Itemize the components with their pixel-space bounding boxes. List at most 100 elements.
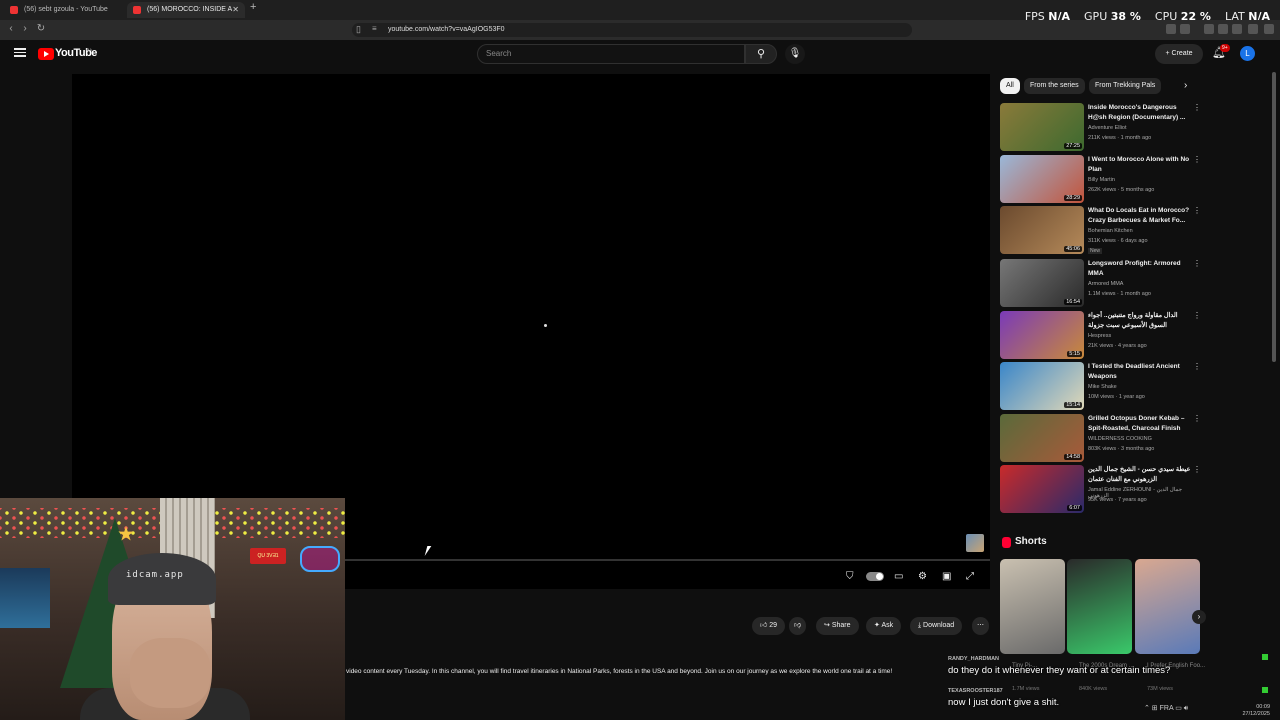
short-item[interactable] (1000, 559, 1065, 654)
channel-name[interactable]: Billy Martin (1088, 177, 1115, 183)
video-title[interactable]: Inside Morocco's Dangerous H@sh Region (… (1088, 103, 1192, 123)
bookmark-icon[interactable]: ▯ (356, 24, 361, 35)
background-monitor (0, 568, 50, 628)
shorts-heading: Shorts (1015, 536, 1047, 547)
chip-from-series[interactable]: From the series (1024, 78, 1085, 94)
video-thumbnail[interactable]: 14:58 (1000, 414, 1084, 462)
more-actions-button[interactable]: ⋯ (972, 617, 989, 635)
duration-badge: 5:15 (1067, 351, 1082, 357)
video-title[interactable]: Longsword Profight: Armored MMA (1088, 259, 1192, 279)
video-title[interactable]: What Do Locals Eat in Morocco? Crazy Bar… (1088, 206, 1192, 226)
chip-from-trekking-pals[interactable]: From Trekking Pals (1089, 78, 1162, 94)
channel-watermark[interactable] (966, 534, 984, 552)
fullscreen-icon[interactable]: ⤢ (966, 571, 974, 582)
chat-indicator-icon (1262, 654, 1268, 660)
create-button[interactable]: + Create (1155, 44, 1203, 64)
settings-gear-icon[interactable]: ⚙ (918, 571, 927, 582)
related-video-item[interactable]: 28:29 I Went to Morocco Alone with No Pla… (1000, 155, 1201, 203)
system-tray-icons[interactable]: ⌃ ⊞ FRA ▭ 🔊︎ (1144, 704, 1188, 713)
video-thumbnail[interactable]: 16:54 (1000, 259, 1084, 307)
download-button[interactable]: ⤓ Download (910, 617, 963, 635)
dislike-button[interactable]: 👎︎ (789, 617, 807, 635)
shield-icon[interactable]: ⛉ (846, 571, 854, 582)
extension-icon[interactable] (1180, 24, 1190, 34)
video-thumbnail[interactable]: 27:25 (1000, 103, 1084, 151)
extension-icon[interactable] (1232, 24, 1242, 34)
video-title[interactable]: Grilled Octopus Doner Kebab – Spit-Roast… (1088, 414, 1192, 434)
channel-name[interactable]: Mike Shake (1088, 384, 1117, 390)
site-info-icon[interactable]: ≡ (372, 24, 377, 33)
hamburger-menu-icon[interactable] (14, 46, 26, 58)
more-vert-icon[interactable]: ⋮ (1193, 155, 1201, 164)
autoplay-toggle[interactable] (866, 572, 884, 581)
extension-icon[interactable] (1204, 24, 1214, 34)
youtube-favicon-icon (10, 6, 18, 14)
extension-icon[interactable] (1166, 24, 1176, 34)
dislike-icon: 👎︎ (794, 622, 802, 629)
channel-name[interactable]: Armored MMA (1088, 281, 1123, 287)
reload-icon[interactable]: ↻ (34, 23, 48, 34)
search-button[interactable]: ⚲ (745, 44, 777, 64)
channel-name[interactable]: Hespress (1088, 333, 1111, 339)
browser-tab-active[interactable]: (56) MOROCCO: INSIDE A RURA ✕ (127, 2, 245, 29)
related-video-item[interactable]: 5:15 الدال مقاولة ورواج متنبتين.. أجواء ا… (1000, 311, 1201, 359)
channel-name[interactable]: Adventure Elliot (1088, 125, 1127, 131)
extension-icon[interactable] (1248, 24, 1258, 34)
forward-icon[interactable]: › (18, 23, 32, 34)
tray-time: 00:09 (1256, 704, 1270, 710)
more-vert-icon[interactable]: ⋮ (1193, 362, 1201, 371)
more-vert-icon[interactable]: ⋮ (1193, 465, 1201, 474)
video-title[interactable]: I Went to Morocco Alone with No Plan (1088, 155, 1192, 175)
more-vert-icon[interactable]: ⋮ (1193, 206, 1201, 215)
related-video-item[interactable]: 27:25 Inside Morocco's Dangerous H@sh Reg… (1000, 103, 1201, 151)
download-label: Download (923, 622, 955, 629)
more-vert-icon[interactable]: ⋮ (1193, 311, 1201, 320)
short-item[interactable] (1067, 559, 1132, 654)
new-tab-button[interactable]: + (250, 1, 256, 13)
voice-search-button[interactable]: 🎙︎ (785, 44, 805, 64)
address-bar[interactable]: ▯ ≡ youtube.com/watch?v=vaAgIOG53F0 (352, 23, 912, 37)
related-video-item[interactable]: 45:06 What Do Locals Eat in Morocco? Craz… (1000, 206, 1201, 254)
video-title[interactable]: الدال مقاولة ورواج متنبتين.. أجواء السوق… (1088, 311, 1192, 331)
like-button[interactable]: 👍︎ 29 (752, 617, 786, 635)
video-description[interactable]: video content every Tuesday. In this cha… (346, 668, 892, 675)
chip-all[interactable]: All (1000, 78, 1020, 94)
related-video-item[interactable]: 15:14 I Tested the Deadliest Ancient Weap… (1000, 362, 1201, 410)
chat-indicator-icon (1262, 687, 1268, 693)
subtitles-icon[interactable]: ▭ (894, 571, 903, 582)
video-meta: 10M views · 1 year ago (1088, 394, 1145, 400)
menu-dots-icon[interactable] (1264, 24, 1274, 34)
scrollbar[interactable] (1272, 72, 1276, 362)
more-vert-icon[interactable]: ⋮ (1193, 414, 1201, 423)
video-thumbnail[interactable]: 6:07 (1000, 465, 1084, 513)
related-video-item[interactable]: 16:54 Longsword Profight: Armored MMA Armo… (1000, 259, 1201, 307)
duration-badge: 15:14 (1064, 402, 1082, 408)
close-tab-icon[interactable]: ✕ (232, 2, 239, 18)
channel-name[interactable]: Bohemian Kitchen (1088, 228, 1133, 234)
short-item[interactable] (1135, 559, 1200, 654)
video-title[interactable]: عيطة سيدي حسن - الشيخ جمال الدين الزرهون… (1088, 465, 1192, 485)
avatar[interactable]: L (1240, 46, 1255, 61)
video-thumbnail[interactable]: 45:06 (1000, 206, 1084, 254)
related-video-item[interactable]: 6:07 عيطة سيدي حسن - الشيخ جمال الدين الز… (1000, 465, 1201, 513)
video-thumbnail[interactable]: 15:14 (1000, 362, 1084, 410)
more-vert-icon[interactable]: ⋮ (1193, 259, 1201, 268)
duration-badge: 6:07 (1067, 505, 1082, 511)
browser-tab[interactable]: (56) sebt gzoula - YouTube (4, 2, 126, 18)
shorts-next-button[interactable]: › (1192, 610, 1206, 624)
share-button[interactable]: ↪ Share (816, 617, 859, 635)
more-vert-icon[interactable]: ⋮ (1193, 103, 1201, 112)
chevron-right-icon[interactable]: › (1184, 80, 1187, 91)
video-thumbnail[interactable]: 5:15 (1000, 311, 1084, 359)
related-video-item[interactable]: 14:58 Grilled Octopus Doner Kebab – Spit-… (1000, 414, 1201, 462)
url-text[interactable]: youtube.com/watch?v=vaAgIOG53F0 (388, 23, 505, 37)
search-input[interactable]: Search (477, 44, 745, 64)
extension-icon[interactable] (1218, 24, 1228, 34)
ask-button[interactable]: ✦ Ask (866, 617, 902, 635)
tray-clock[interactable]: 00:09 27/12/2025 (1242, 704, 1270, 718)
video-title[interactable]: I Tested the Deadliest Ancient Weapons (1088, 362, 1192, 382)
back-icon[interactable]: ‹ (4, 23, 18, 34)
video-thumbnail[interactable]: 28:29 (1000, 155, 1084, 203)
channel-name[interactable]: WILDERNESS COOKING (1088, 436, 1152, 442)
miniplayer-icon[interactable]: ▣ (942, 571, 951, 582)
